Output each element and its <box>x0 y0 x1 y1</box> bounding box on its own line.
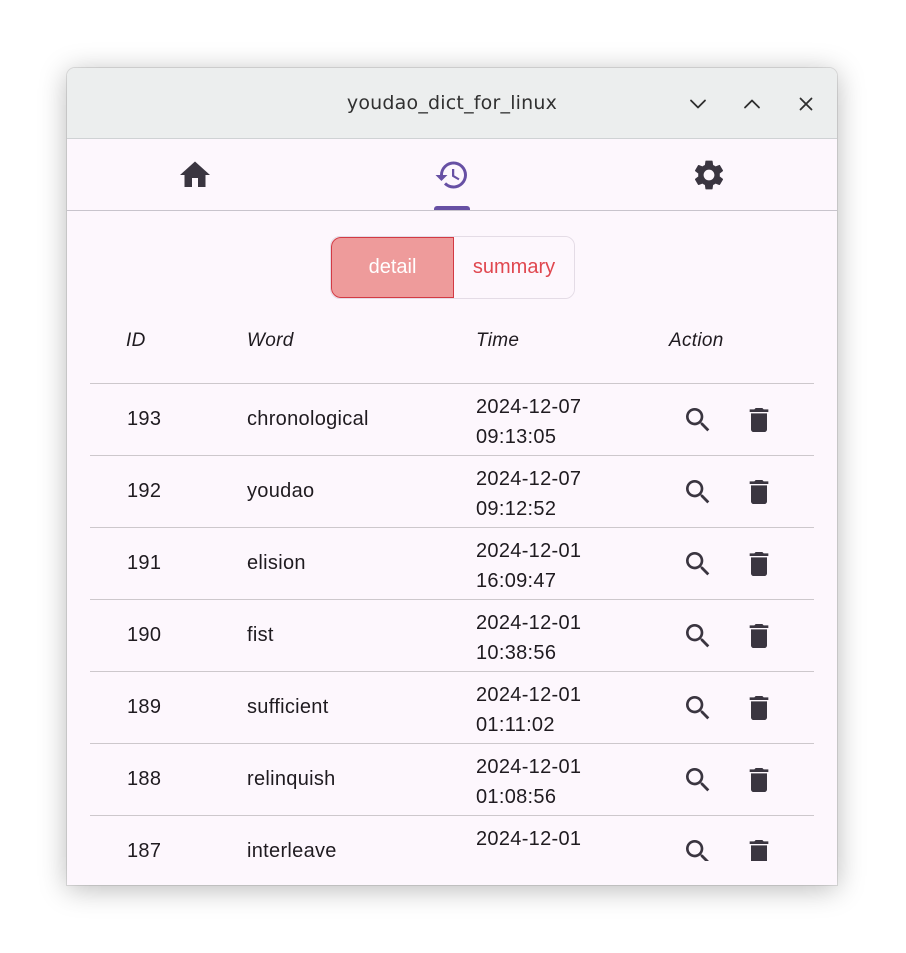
history-icon <box>435 161 467 189</box>
table-row: 188 relinquish 2024-12-01 01:08:56 <box>90 743 814 815</box>
row-date: 2024-12-07 <box>476 396 582 418</box>
title-bar[interactable]: youdao_dict_for_linux <box>67 68 837 139</box>
row-id: 193 <box>127 408 162 430</box>
search-icon <box>686 768 710 792</box>
row-time: 2024-12-01 00:40:04 <box>476 824 581 861</box>
row-time: 2024-12-01 10:38:56 <box>476 608 581 668</box>
table-row: 190 fist 2024-12-01 10:38:56 <box>90 599 814 671</box>
row-date: 2024-12-01 <box>476 612 582 634</box>
header-action: Action <box>669 330 724 351</box>
trash-icon <box>749 408 769 432</box>
row-date: 2024-12-01 <box>476 540 582 562</box>
row-time: 2024-12-01 16:09:47 <box>476 536 581 596</box>
header-id: ID <box>126 330 146 351</box>
row-id: 190 <box>127 624 162 646</box>
row-clock: 00:40:04 <box>476 854 581 861</box>
table-header: ID Word Time Action <box>67 328 837 354</box>
trash-icon <box>749 480 769 504</box>
header-word: Word <box>247 330 294 351</box>
delete-button[interactable] <box>743 692 775 724</box>
row-id: 192 <box>127 480 162 502</box>
row-word: elision <box>247 552 306 574</box>
selected-tab-indicator <box>434 206 470 210</box>
chevron-down-icon <box>690 99 706 109</box>
lookup-button[interactable] <box>682 692 714 724</box>
row-time: 2024-12-01 01:08:56 <box>476 752 581 812</box>
search-icon <box>686 624 710 648</box>
row-date: 2024-12-07 <box>476 468 582 490</box>
tab-home[interactable] <box>67 139 323 210</box>
table-row: 187 interleave 2024-12-01 00:40:04 <box>90 815 814 861</box>
summary-button[interactable]: summary <box>454 237 574 298</box>
gear-icon <box>694 160 724 189</box>
trash-icon <box>749 696 769 720</box>
navigation-bar <box>67 139 837 211</box>
row-time: 2024-12-01 01:11:02 <box>476 680 581 740</box>
row-word: fist <box>247 624 274 646</box>
trash-icon <box>749 624 769 648</box>
header-time: Time <box>476 330 520 351</box>
tab-settings[interactable] <box>581 139 837 210</box>
row-date: 2024-12-01 <box>476 684 582 706</box>
delete-button[interactable] <box>743 476 775 508</box>
row-clock: 09:13:05 <box>476 426 557 448</box>
app-window: youdao_dict_for_linux detail summary ID … <box>67 68 837 885</box>
delete-button[interactable] <box>743 620 775 652</box>
history-table-body[interactable]: 193 chronological 2024-12-07 09:13:05 19… <box>90 383 814 861</box>
tab-history[interactable] <box>324 139 580 210</box>
view-mode-toggle: detail summary <box>330 236 575 299</box>
chevron-up-icon <box>744 99 760 109</box>
lookup-button[interactable] <box>682 764 714 796</box>
row-clock: 01:08:56 <box>476 786 557 808</box>
row-word: sufficient <box>247 696 329 718</box>
close-icon <box>799 97 813 111</box>
search-icon <box>686 840 709 861</box>
row-time: 2024-12-07 09:12:52 <box>476 464 581 524</box>
row-clock: 01:11:02 <box>476 714 555 736</box>
table-row: 189 sufficient 2024-12-01 01:11:02 <box>90 671 814 743</box>
home-icon <box>180 161 210 187</box>
search-icon <box>686 408 710 432</box>
trash-icon <box>749 552 769 576</box>
table-row: 193 chronological 2024-12-07 09:13:05 <box>90 383 814 455</box>
row-word: chronological <box>247 408 369 430</box>
lookup-button[interactable] <box>682 548 714 580</box>
close-button[interactable] <box>792 90 820 118</box>
trash-icon <box>749 768 769 792</box>
window-title: youdao_dict_for_linux <box>346 92 558 114</box>
row-clock: 09:12:52 <box>476 498 557 520</box>
row-clock: 10:38:56 <box>476 642 557 664</box>
table-row: 192 youdao 2024-12-07 09:12:52 <box>90 455 814 527</box>
table-row: 191 elision 2024-12-01 16:09:47 <box>90 527 814 599</box>
lookup-button[interactable] <box>682 620 714 652</box>
delete-button[interactable] <box>743 404 775 436</box>
maximize-button[interactable] <box>738 90 766 118</box>
row-id: 189 <box>127 696 162 718</box>
lookup-button[interactable] <box>682 836 714 861</box>
row-date: 2024-12-01 <box>476 756 582 778</box>
minimize-button[interactable] <box>684 90 712 118</box>
row-id: 191 <box>127 552 162 574</box>
search-icon <box>686 552 710 576</box>
row-word: interleave <box>247 840 337 861</box>
row-date: 2024-12-01 <box>476 828 582 850</box>
lookup-button[interactable] <box>682 476 714 508</box>
delete-button[interactable] <box>743 836 775 861</box>
row-id: 188 <box>127 768 162 790</box>
trash-icon <box>749 840 769 861</box>
row-time: 2024-12-07 09:13:05 <box>476 392 581 452</box>
search-icon <box>686 480 710 504</box>
delete-button[interactable] <box>743 764 775 796</box>
search-icon <box>686 696 710 720</box>
delete-button[interactable] <box>743 548 775 580</box>
row-clock: 16:09:47 <box>476 570 557 592</box>
row-id: 187 <box>127 840 162 861</box>
detail-button[interactable]: detail <box>331 237 454 298</box>
lookup-button[interactable] <box>682 404 714 436</box>
row-word: youdao <box>247 480 315 502</box>
row-word: relinquish <box>247 768 336 790</box>
